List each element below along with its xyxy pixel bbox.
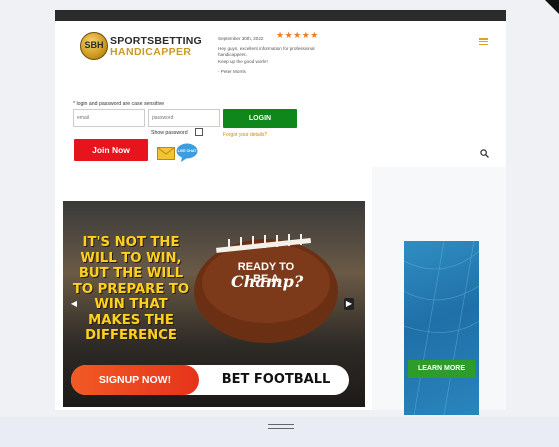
chat-label: LIVE CHAT — [177, 149, 197, 153]
testimonial-date: September 30th, 2022 — [218, 36, 264, 41]
hamburger-menu-icon[interactable] — [479, 38, 488, 46]
search-icon[interactable] — [480, 149, 489, 158]
show-password-checkbox[interactable] — [195, 128, 203, 136]
mail-icon[interactable] — [157, 147, 175, 160]
corner-ribbon-icon — [545, 0, 559, 14]
rating-stars: ★★★★★ — [276, 30, 319, 40]
top-bar — [55, 10, 506, 21]
ad-pattern — [404, 241, 479, 415]
password-field[interactable] — [148, 109, 220, 127]
login-case-note: * login and password are case sensitive — [73, 101, 165, 107]
logo-line-2: HANDICAPPER — [110, 46, 192, 58]
forgot-details-link[interactable]: Forgot your details? — [223, 132, 267, 138]
email-field[interactable] — [73, 109, 145, 127]
chevron-right-icon[interactable]: ▶ — [344, 298, 354, 310]
signup-now-button[interactable]: SIGNUP NOW! — [71, 365, 199, 395]
side-banner-ad[interactable]: LEARN MORE — [404, 241, 479, 415]
join-now-button[interactable]: Join Now — [74, 139, 148, 161]
logo-badge: SBH — [80, 32, 108, 60]
testimonial-text: Hey guys, excellent information for prof… — [218, 46, 315, 57]
slide-headline: IT'S NOT THE WILL TO WIN, BUT THE WILL T… — [72, 235, 190, 343]
promo-slider[interactable]: IT'S NOT THE WILL TO WIN, BUT THE WILL T… — [63, 201, 365, 407]
chevron-left-icon[interactable]: ◀ — [69, 298, 79, 310]
football-image — [194, 234, 338, 343]
footer-strip — [0, 417, 559, 447]
football-tagline-script: Champ? — [231, 272, 304, 291]
bet-football-label[interactable]: BET FOOTBALL — [203, 365, 349, 395]
testimonial-author: - Peter Morris — [218, 69, 246, 74]
show-password-label: Show password — [151, 130, 188, 136]
drag-handle-icon[interactable] — [268, 424, 294, 430]
login-button[interactable]: LOGIN — [223, 109, 297, 128]
site-logo[interactable]: SBH SPORTSBETTING HANDICAPPER — [80, 32, 202, 62]
testimonial-text-2: Keep up the good work!! — [218, 59, 268, 64]
learn-more-button[interactable]: LEARN MORE — [408, 360, 475, 378]
